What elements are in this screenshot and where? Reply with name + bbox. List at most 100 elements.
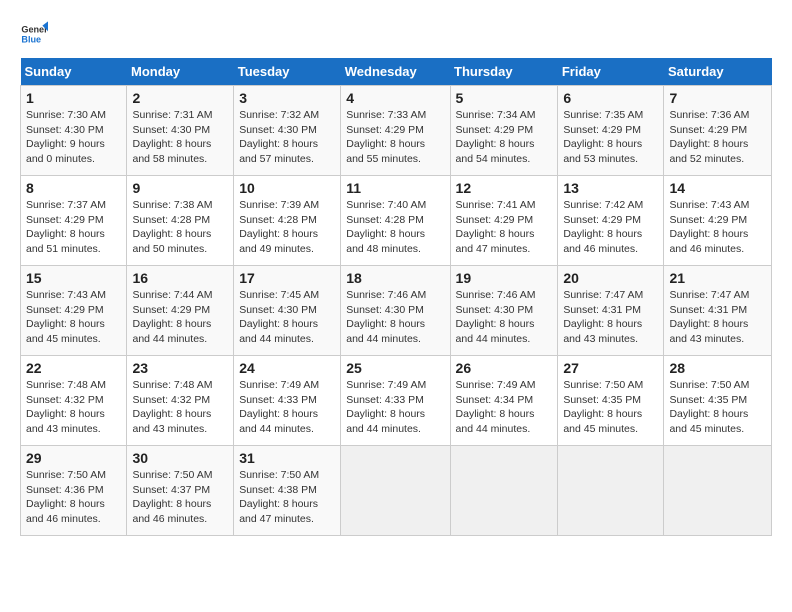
calendar-cell: 28 Sunrise: 7:50 AMSunset: 4:35 PMDaylig… (664, 356, 772, 446)
weekday-header-friday: Friday (558, 58, 664, 86)
calendar-cell: 27 Sunrise: 7:50 AMSunset: 4:35 PMDaylig… (558, 356, 664, 446)
day-detail: Sunrise: 7:33 AMSunset: 4:29 PMDaylight:… (346, 109, 426, 165)
day-detail: Sunrise: 7:43 AMSunset: 4:29 PMDaylight:… (669, 199, 749, 255)
day-number: 15 (26, 270, 121, 286)
calendar-cell: 10 Sunrise: 7:39 AMSunset: 4:28 PMDaylig… (234, 176, 341, 266)
calendar-cell: 22 Sunrise: 7:48 AMSunset: 4:32 PMDaylig… (21, 356, 127, 446)
calendar-cell: 14 Sunrise: 7:43 AMSunset: 4:29 PMDaylig… (664, 176, 772, 266)
calendar-cell: 5 Sunrise: 7:34 AMSunset: 4:29 PMDayligh… (450, 86, 558, 176)
calendar-cell: 3 Sunrise: 7:32 AMSunset: 4:30 PMDayligh… (234, 86, 341, 176)
day-number: 29 (26, 450, 121, 466)
day-number: 30 (132, 450, 228, 466)
calendar-cell: 31 Sunrise: 7:50 AMSunset: 4:38 PMDaylig… (234, 446, 341, 536)
day-detail: Sunrise: 7:50 AMSunset: 4:36 PMDaylight:… (26, 469, 106, 525)
calendar-cell (341, 446, 450, 536)
calendar-cell: 12 Sunrise: 7:41 AMSunset: 4:29 PMDaylig… (450, 176, 558, 266)
calendar-week-row: 1 Sunrise: 7:30 AMSunset: 4:30 PMDayligh… (21, 86, 772, 176)
day-detail: Sunrise: 7:31 AMSunset: 4:30 PMDaylight:… (132, 109, 212, 165)
calendar-week-row: 22 Sunrise: 7:48 AMSunset: 4:32 PMDaylig… (21, 356, 772, 446)
day-detail: Sunrise: 7:36 AMSunset: 4:29 PMDaylight:… (669, 109, 749, 165)
calendar-cell: 8 Sunrise: 7:37 AMSunset: 4:29 PMDayligh… (21, 176, 127, 266)
day-number: 8 (26, 180, 121, 196)
weekday-header-thursday: Thursday (450, 58, 558, 86)
day-number: 7 (669, 90, 766, 106)
day-detail: Sunrise: 7:38 AMSunset: 4:28 PMDaylight:… (132, 199, 212, 255)
calendar-cell: 18 Sunrise: 7:46 AMSunset: 4:30 PMDaylig… (341, 266, 450, 356)
day-number: 4 (346, 90, 444, 106)
day-detail: Sunrise: 7:50 AMSunset: 4:38 PMDaylight:… (239, 469, 319, 525)
day-number: 9 (132, 180, 228, 196)
day-number: 12 (456, 180, 553, 196)
calendar-cell: 11 Sunrise: 7:40 AMSunset: 4:28 PMDaylig… (341, 176, 450, 266)
logo-icon: General Blue (20, 20, 48, 48)
calendar-cell (664, 446, 772, 536)
calendar-table: SundayMondayTuesdayWednesdayThursdayFrid… (20, 58, 772, 536)
day-detail: Sunrise: 7:40 AMSunset: 4:28 PMDaylight:… (346, 199, 426, 255)
day-number: 22 (26, 360, 121, 376)
day-detail: Sunrise: 7:43 AMSunset: 4:29 PMDaylight:… (26, 289, 106, 345)
day-number: 28 (669, 360, 766, 376)
day-number: 31 (239, 450, 335, 466)
calendar-cell: 4 Sunrise: 7:33 AMSunset: 4:29 PMDayligh… (341, 86, 450, 176)
weekday-header-saturday: Saturday (664, 58, 772, 86)
day-number: 11 (346, 180, 444, 196)
day-detail: Sunrise: 7:47 AMSunset: 4:31 PMDaylight:… (669, 289, 749, 345)
calendar-cell: 26 Sunrise: 7:49 AMSunset: 4:34 PMDaylig… (450, 356, 558, 446)
calendar-week-row: 15 Sunrise: 7:43 AMSunset: 4:29 PMDaylig… (21, 266, 772, 356)
day-number: 16 (132, 270, 228, 286)
calendar-cell (558, 446, 664, 536)
day-detail: Sunrise: 7:48 AMSunset: 4:32 PMDaylight:… (132, 379, 212, 435)
day-number: 2 (132, 90, 228, 106)
calendar-week-row: 8 Sunrise: 7:37 AMSunset: 4:29 PMDayligh… (21, 176, 772, 266)
day-number: 5 (456, 90, 553, 106)
day-detail: Sunrise: 7:44 AMSunset: 4:29 PMDaylight:… (132, 289, 212, 345)
weekday-header-row: SundayMondayTuesdayWednesdayThursdayFrid… (21, 58, 772, 86)
day-detail: Sunrise: 7:35 AMSunset: 4:29 PMDaylight:… (563, 109, 643, 165)
calendar-cell: 7 Sunrise: 7:36 AMSunset: 4:29 PMDayligh… (664, 86, 772, 176)
day-number: 6 (563, 90, 658, 106)
calendar-cell: 30 Sunrise: 7:50 AMSunset: 4:37 PMDaylig… (127, 446, 234, 536)
day-detail: Sunrise: 7:50 AMSunset: 4:35 PMDaylight:… (563, 379, 643, 435)
day-detail: Sunrise: 7:50 AMSunset: 4:35 PMDaylight:… (669, 379, 749, 435)
day-number: 24 (239, 360, 335, 376)
day-detail: Sunrise: 7:46 AMSunset: 4:30 PMDaylight:… (456, 289, 536, 345)
calendar-cell: 13 Sunrise: 7:42 AMSunset: 4:29 PMDaylig… (558, 176, 664, 266)
calendar-cell: 17 Sunrise: 7:45 AMSunset: 4:30 PMDaylig… (234, 266, 341, 356)
day-number: 19 (456, 270, 553, 286)
day-detail: Sunrise: 7:41 AMSunset: 4:29 PMDaylight:… (456, 199, 536, 255)
day-number: 1 (26, 90, 121, 106)
day-detail: Sunrise: 7:48 AMSunset: 4:32 PMDaylight:… (26, 379, 106, 435)
day-detail: Sunrise: 7:42 AMSunset: 4:29 PMDaylight:… (563, 199, 643, 255)
calendar-cell: 15 Sunrise: 7:43 AMSunset: 4:29 PMDaylig… (21, 266, 127, 356)
calendar-cell: 21 Sunrise: 7:47 AMSunset: 4:31 PMDaylig… (664, 266, 772, 356)
day-detail: Sunrise: 7:49 AMSunset: 4:33 PMDaylight:… (239, 379, 319, 435)
page-header: General Blue (20, 20, 772, 48)
calendar-cell: 20 Sunrise: 7:47 AMSunset: 4:31 PMDaylig… (558, 266, 664, 356)
day-number: 25 (346, 360, 444, 376)
calendar-cell: 29 Sunrise: 7:50 AMSunset: 4:36 PMDaylig… (21, 446, 127, 536)
calendar-cell: 6 Sunrise: 7:35 AMSunset: 4:29 PMDayligh… (558, 86, 664, 176)
weekday-header-sunday: Sunday (21, 58, 127, 86)
day-detail: Sunrise: 7:32 AMSunset: 4:30 PMDaylight:… (239, 109, 319, 165)
day-detail: Sunrise: 7:47 AMSunset: 4:31 PMDaylight:… (563, 289, 643, 345)
weekday-header-tuesday: Tuesday (234, 58, 341, 86)
calendar-cell: 1 Sunrise: 7:30 AMSunset: 4:30 PMDayligh… (21, 86, 127, 176)
day-number: 20 (563, 270, 658, 286)
calendar-cell: 19 Sunrise: 7:46 AMSunset: 4:30 PMDaylig… (450, 266, 558, 356)
calendar-cell: 2 Sunrise: 7:31 AMSunset: 4:30 PMDayligh… (127, 86, 234, 176)
day-detail: Sunrise: 7:34 AMSunset: 4:29 PMDaylight:… (456, 109, 536, 165)
calendar-cell: 25 Sunrise: 7:49 AMSunset: 4:33 PMDaylig… (341, 356, 450, 446)
calendar-cell: 24 Sunrise: 7:49 AMSunset: 4:33 PMDaylig… (234, 356, 341, 446)
calendar-cell: 23 Sunrise: 7:48 AMSunset: 4:32 PMDaylig… (127, 356, 234, 446)
logo: General Blue (20, 20, 48, 48)
day-detail: Sunrise: 7:39 AMSunset: 4:28 PMDaylight:… (239, 199, 319, 255)
day-number: 26 (456, 360, 553, 376)
day-detail: Sunrise: 7:50 AMSunset: 4:37 PMDaylight:… (132, 469, 212, 525)
day-detail: Sunrise: 7:49 AMSunset: 4:33 PMDaylight:… (346, 379, 426, 435)
day-number: 18 (346, 270, 444, 286)
day-detail: Sunrise: 7:45 AMSunset: 4:30 PMDaylight:… (239, 289, 319, 345)
calendar-cell: 9 Sunrise: 7:38 AMSunset: 4:28 PMDayligh… (127, 176, 234, 266)
day-detail: Sunrise: 7:30 AMSunset: 4:30 PMDaylight:… (26, 109, 106, 165)
day-detail: Sunrise: 7:37 AMSunset: 4:29 PMDaylight:… (26, 199, 106, 255)
weekday-header-monday: Monday (127, 58, 234, 86)
